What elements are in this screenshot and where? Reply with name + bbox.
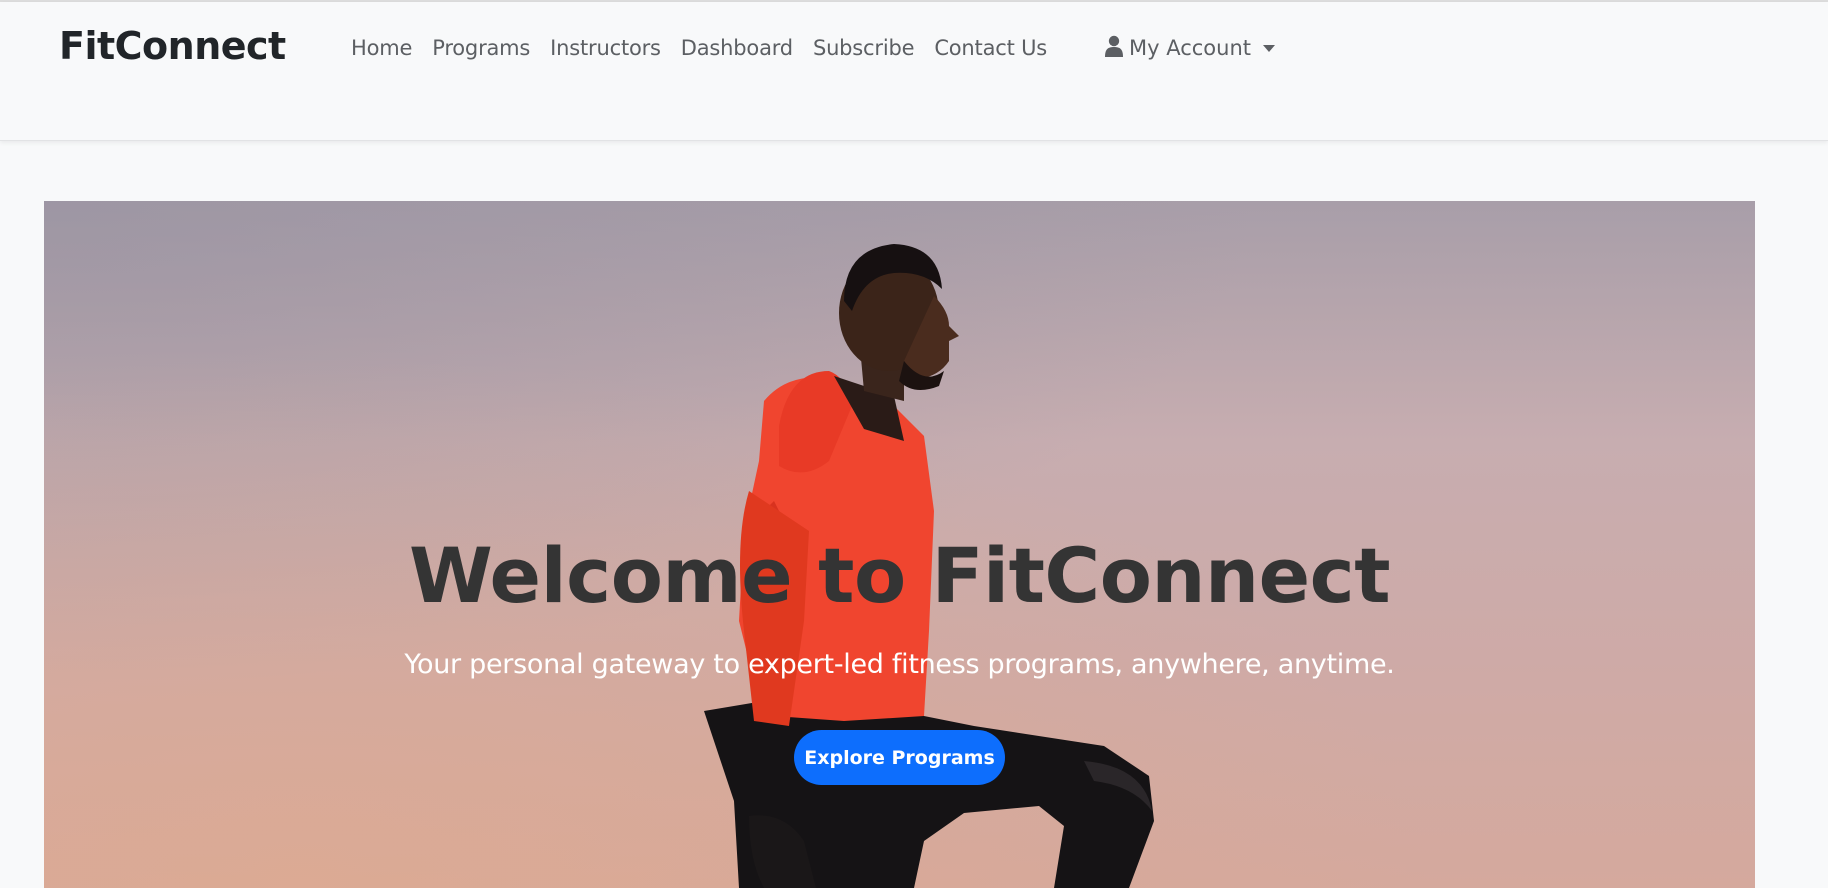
hero-title: Welcome to FitConnect [408,531,1391,620]
user-icon [1105,35,1123,62]
brand-logo[interactable]: FitConnect [59,24,286,68]
hero-banner: Welcome to FitConnect Your personal gate… [44,201,1755,888]
explore-programs-button[interactable]: Explore Programs [794,730,1005,785]
nav-link-contact-us[interactable]: Contact Us [924,36,1057,60]
navbar: FitConnect Home Programs Instructors Das… [0,2,1828,141]
caret-down-icon [1263,44,1276,52]
nav-link-home[interactable]: Home [341,36,422,60]
nav-links: Home Programs Instructors Dashboard Subs… [341,32,1057,64]
nav-link-subscribe[interactable]: Subscribe [803,36,924,60]
nav-link-programs[interactable]: Programs [422,36,540,60]
nav-link-dashboard[interactable]: Dashboard [671,36,803,60]
my-account-label: My Account [1129,36,1252,60]
my-account-dropdown[interactable]: My Account [1105,32,1276,64]
hero-subtitle: Your personal gateway to expert-led fitn… [404,649,1395,680]
nav-link-instructors[interactable]: Instructors [540,36,671,60]
